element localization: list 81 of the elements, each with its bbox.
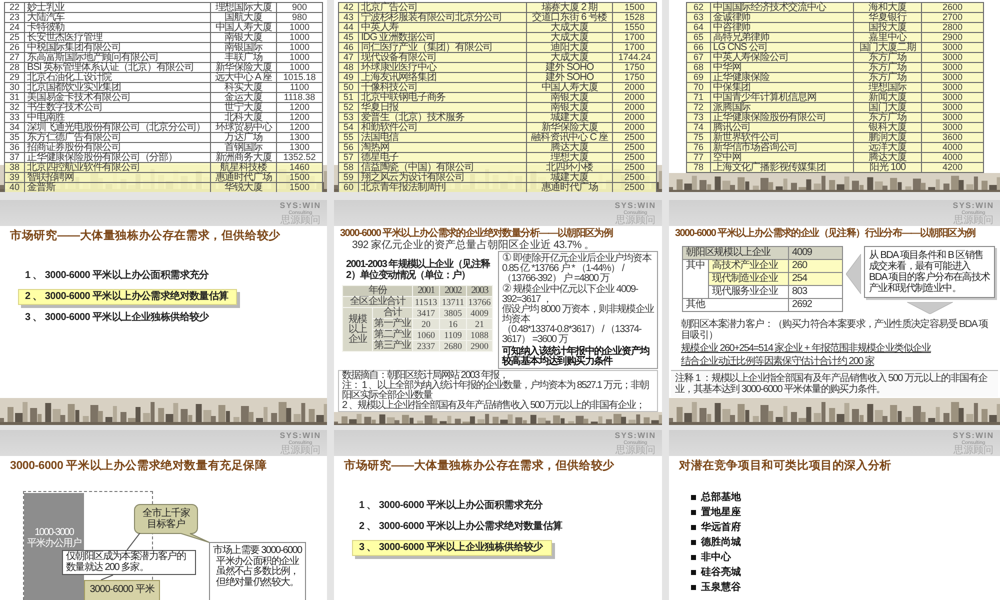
bullet-text: 总部基地 xyxy=(701,492,741,504)
table-header-cell: 2001 xyxy=(412,286,440,296)
logo-wordmark: SYS:WIN xyxy=(952,430,994,440)
callout-box: 仅朝阳区成为本案潜力客户的数量就达 200 多家。 xyxy=(62,550,196,575)
table-cell: 第一产业 xyxy=(372,318,412,330)
slide-title: 市场研究——大体量独栋办公存在需求，但供给较少 xyxy=(344,460,614,473)
table-caption: 2001-2003 年规模以上企业（见注释 2）单位变动情况（单位：户） xyxy=(346,259,492,281)
bullet-text: 德胜尚城 xyxy=(701,536,741,548)
area-cell: 2600 xyxy=(922,2,984,12)
footnote-text: 2 、规模以上企业指全部国有及年产品销售收入 500 万元以上的非国有企业； xyxy=(342,401,646,411)
finding-text: 规模企业 260+254=514 家企业 + 年报范围非规模企业类似企业 xyxy=(681,343,931,354)
logo-wordmark: SYS:WIN xyxy=(952,200,994,210)
calculation-text: 假设户均 8000 万资本，则非规模企业均资本 xyxy=(502,305,654,325)
calculation-text: （0.48*13374-0.8*3617） / （13374-3617） =3600 万 xyxy=(502,325,642,345)
calculation-step: ① 即使除开亿元企业后企业户均资本 xyxy=(502,253,654,264)
slide-title: 3000-6000 平米以上办公需求的企业（见注释）行业分布——以朝阳区为例 xyxy=(675,228,976,239)
slide-title: 3000-6000 平米以上办公需求绝对数量有充足保障 xyxy=(10,460,267,473)
table-header-cell: 年份 xyxy=(342,286,412,296)
connector-line xyxy=(126,533,141,550)
table-cell: 规模以上企业 xyxy=(342,308,372,352)
bar-label: 1000-3000 平米办公用户 xyxy=(26,527,82,549)
slide-subtitle: 392 家亿元企业的资产总量占朝阳区企业近 43.7% 。 xyxy=(352,239,594,251)
square-bullet-icon xyxy=(691,540,696,545)
logo-wordmark: SYS:WIN xyxy=(280,430,321,440)
square-bullet-icon xyxy=(691,570,696,575)
table-header-cell: 2003 xyxy=(466,286,492,296)
logo-wordmark: SYS:WIN xyxy=(614,430,656,440)
logo-wordmark: SYS:WIN xyxy=(614,200,656,210)
square-bullet-icon xyxy=(691,510,696,515)
left-arrow-icon xyxy=(846,254,862,294)
area-cell: 1500 xyxy=(612,2,656,12)
agenda-item: 3 、 3000-6000 平米以上企业独栋供给较少 xyxy=(24,310,210,325)
calculation-text: 0.85 亿 *13766 户 * （1-44%） / （13766-392） 户 =4800 万 xyxy=(502,264,626,284)
bullet-text: 非中心 xyxy=(701,552,731,564)
square-bullet-icon xyxy=(691,555,696,560)
bullet-text: 玉泉慧谷 xyxy=(701,582,741,594)
company-cell: 妙士乳业 xyxy=(24,2,210,12)
table-cell: 其中 xyxy=(682,260,708,298)
bullet-text: 华远首府 xyxy=(701,522,741,534)
agenda-item: 3 、 3000-6000 平米以上企业独栋供给较少 xyxy=(352,540,552,556)
table-cell: 第三产业 xyxy=(372,340,412,352)
company-cell: 金普斯 xyxy=(24,182,210,192)
row-number-cell: 22 xyxy=(4,2,24,12)
square-bullet-icon xyxy=(691,585,696,590)
bubble-text: 全市上千家目标客户 xyxy=(141,508,191,530)
down-arrow-icon xyxy=(906,302,953,314)
row-number-cell: 62 xyxy=(686,2,710,12)
footnote-box: 注释 1 ：规模以上企业指全部国有及年产品销售收入 500 万元以上的非国有企业，其基本达到 3000-6000 平米体量的购买力条件。 xyxy=(671,370,998,397)
table-header-cell: 2002 xyxy=(440,286,466,296)
source-note: 数据摘自：朝阳区统计局网站 2003 年报， xyxy=(342,371,508,381)
slide-title: 对潜在竞争项目和可类比项目的深入分析 xyxy=(679,460,892,473)
table-cell: 第二产业 xyxy=(372,330,412,340)
square-bullet-icon xyxy=(691,495,696,500)
table-header-cell: 朝阳区规模以上企业 xyxy=(682,246,789,260)
logo-wordmark: SYS:WIN xyxy=(280,200,321,210)
agenda-item: 2 、 3000-6000 平米以上办公需求绝对数量估算 xyxy=(18,289,238,305)
bullet-text: 硅谷亮城 xyxy=(701,566,741,578)
company-cell: 北京青年报法制周刊 xyxy=(358,182,526,192)
calculation-step: ② 规模企业中亿元以下企业 4009-392=3617 ， xyxy=(502,284,654,305)
table-cell: 其他 xyxy=(682,298,789,312)
table-cell: 合计 xyxy=(372,308,412,318)
bullet-text: 置地星座 xyxy=(701,506,741,518)
leader-line xyxy=(100,575,114,580)
area-cell: 900 xyxy=(276,2,322,12)
agenda-item: 1 、 3000-6000 平米以上办公面积需求充分 xyxy=(358,498,544,513)
agenda-item: 1 、 3000-6000 平米以上办公面积需求充分 xyxy=(24,268,210,283)
callout-box: 从 BDA 项目条件和 B 区销售成交来看，最有可能进入 BDA 项目的客户分布在高技术产业和现代制造业中。 xyxy=(864,246,996,298)
row-number-cell: 42 xyxy=(338,2,358,12)
side-note-box: 市场上需要 3000-6000 平米办公面积的企业虽然不占多数比例，但绝对量仍然较大。 xyxy=(209,542,306,600)
slide-title: 市场研究——大体量独栋办公存在需求，但供给较少 xyxy=(10,230,280,243)
table-header-cell: 4009 xyxy=(788,246,843,260)
footnote-text: 注： 1 、以上全部为纳入统计年报的企业数量，户均资本为 8527.1 万元；非朝阳区实际全部企业数量 xyxy=(342,381,650,401)
table-cell: 全区企业合计 xyxy=(342,296,412,308)
target-segment-bar: 3000-6000 平米 xyxy=(84,580,160,600)
table-cell: 2692 xyxy=(788,298,843,312)
finding-text: 结合企业动迁比例等因素保守估计合计约 200 家 xyxy=(681,356,874,367)
square-bullet-icon xyxy=(691,525,696,530)
slide-title: 3000-6000 平米以上办公需求的企业绝对数量分析——以朝阳区为例 xyxy=(340,228,613,239)
conclusion-text: 可知纳入该统计年报中的企业资产均较高基本均达到购买力条件 xyxy=(502,347,650,367)
finding-text: 朝阳区本案潜力客户：（购买力符合本案要求，产业性质决定容易受 BDA 项目吸引） xyxy=(681,319,989,341)
agenda-item: 2 、 3000-6000 平米以上办公需求绝对数量估算 xyxy=(358,520,564,534)
